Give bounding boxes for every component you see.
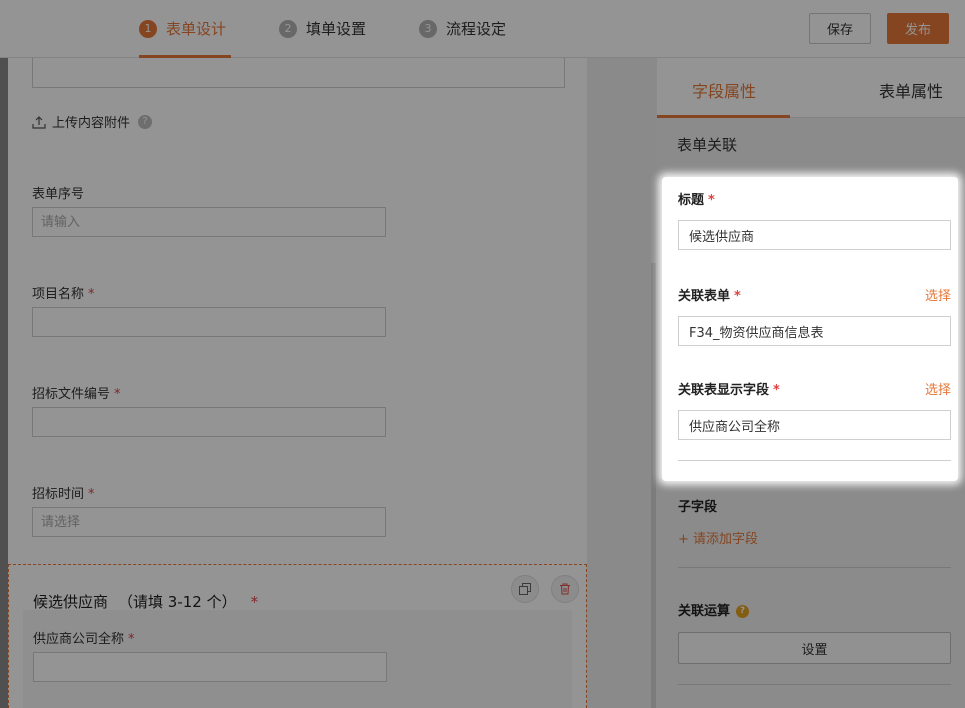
form-serial-label: 表单序号 — [32, 187, 85, 202]
publish-button[interactable]: 发布 — [887, 13, 949, 44]
title-label: 标题 * — [678, 193, 715, 208]
candidate-supplier-subform[interactable]: 候选供应商 （请填 3-12 个） * 供应商公司全称 * — [8, 564, 587, 708]
upload-attachment[interactable]: 上传内容附件 ? — [32, 112, 153, 131]
project-name-input[interactable] — [32, 307, 386, 337]
subform-hint: （请填 3-12 个） — [118, 593, 237, 611]
canvas-scrollbar[interactable] — [651, 263, 656, 708]
textarea-field[interactable] — [32, 58, 565, 88]
subform-title: 候选供应商 （请填 3-12 个） * — [33, 593, 259, 611]
required-mark: * — [734, 289, 741, 304]
step-number: 1 — [139, 20, 157, 38]
divider — [678, 460, 951, 461]
bid-time-label: 招标时间 * — [32, 487, 95, 502]
upload-icon — [32, 115, 46, 129]
help-icon[interactable]: ? — [736, 605, 750, 618]
title-input[interactable] — [678, 220, 951, 250]
step-label: 表单设计 — [166, 20, 227, 38]
step-number: 2 — [279, 20, 297, 38]
add-subfield-link[interactable]: + 请添加字段 — [678, 528, 758, 547]
bid-doc-number-label: 招标文件编号 * — [32, 387, 121, 402]
divider — [678, 684, 951, 685]
section-form-association: 表单关联 — [657, 118, 965, 166]
step-label: 填单设置 — [306, 20, 367, 38]
save-button[interactable]: 保存 — [809, 13, 871, 44]
step-label: 流程设定 — [446, 20, 507, 38]
step-number: 3 — [419, 20, 437, 38]
properties-tabs: 字段属性 表单属性 — [657, 58, 965, 118]
top-bar: 1 表单设计 2 填单设置 3 流程设定 保存 发布 — [0, 0, 965, 58]
tab-form-properties[interactable]: 表单属性 — [879, 78, 943, 102]
required-mark: * — [128, 632, 135, 647]
assoc-form-input[interactable] — [678, 316, 951, 346]
upload-label: 上传内容附件 — [52, 116, 131, 131]
required-mark: * — [250, 593, 259, 611]
help-icon[interactable]: ? — [138, 114, 153, 129]
required-mark: * — [88, 487, 95, 502]
calc-settings-button[interactable]: 设置 — [678, 632, 951, 664]
assoc-field-label: 关联表显示字段 * — [678, 383, 780, 398]
divider — [678, 567, 951, 568]
subform-body: 供应商公司全称 * — [23, 610, 572, 708]
bid-doc-number-input[interactable] — [32, 407, 386, 437]
step-fill-settings[interactable]: 2 填单设置 — [279, 18, 366, 58]
select-field-link[interactable]: 选择 — [925, 379, 951, 398]
required-mark: * — [773, 383, 780, 398]
required-mark: * — [708, 193, 715, 208]
subfield-label: 子字段 — [678, 500, 718, 515]
assoc-form-label: 关联表单 * — [678, 289, 741, 304]
form-serial-input[interactable] — [32, 207, 386, 237]
assoc-field-input[interactable] — [678, 410, 951, 440]
step-form-design[interactable]: 1 表单设计 — [139, 18, 231, 58]
supplier-name-input[interactable] — [33, 652, 387, 682]
delete-icon[interactable] — [551, 575, 579, 603]
project-name-label: 项目名称 * — [32, 287, 95, 302]
bid-time-input[interactable] — [32, 507, 386, 537]
form-canvas: 上传内容附件 ? 表单序号 项目名称* 招标文件编号* 招标时间* 候选供应商（… — [8, 58, 587, 708]
select-form-link[interactable]: 选择 — [925, 285, 951, 304]
canvas-gutter — [587, 58, 657, 708]
tab-field-properties[interactable]: 字段属性 — [692, 78, 756, 102]
step-process-settings[interactable]: 3 流程设定 — [419, 18, 506, 58]
required-mark: * — [88, 287, 95, 302]
highlighted-association-settings: 标题* 关联表单* 选择 关联表显示字段* 选择 — [662, 177, 958, 481]
supplier-name-label: 供应商公司全称 * — [33, 632, 135, 647]
calc-label: 关联运算? — [678, 600, 750, 619]
copy-icon[interactable] — [511, 575, 539, 603]
required-mark: * — [114, 387, 121, 402]
